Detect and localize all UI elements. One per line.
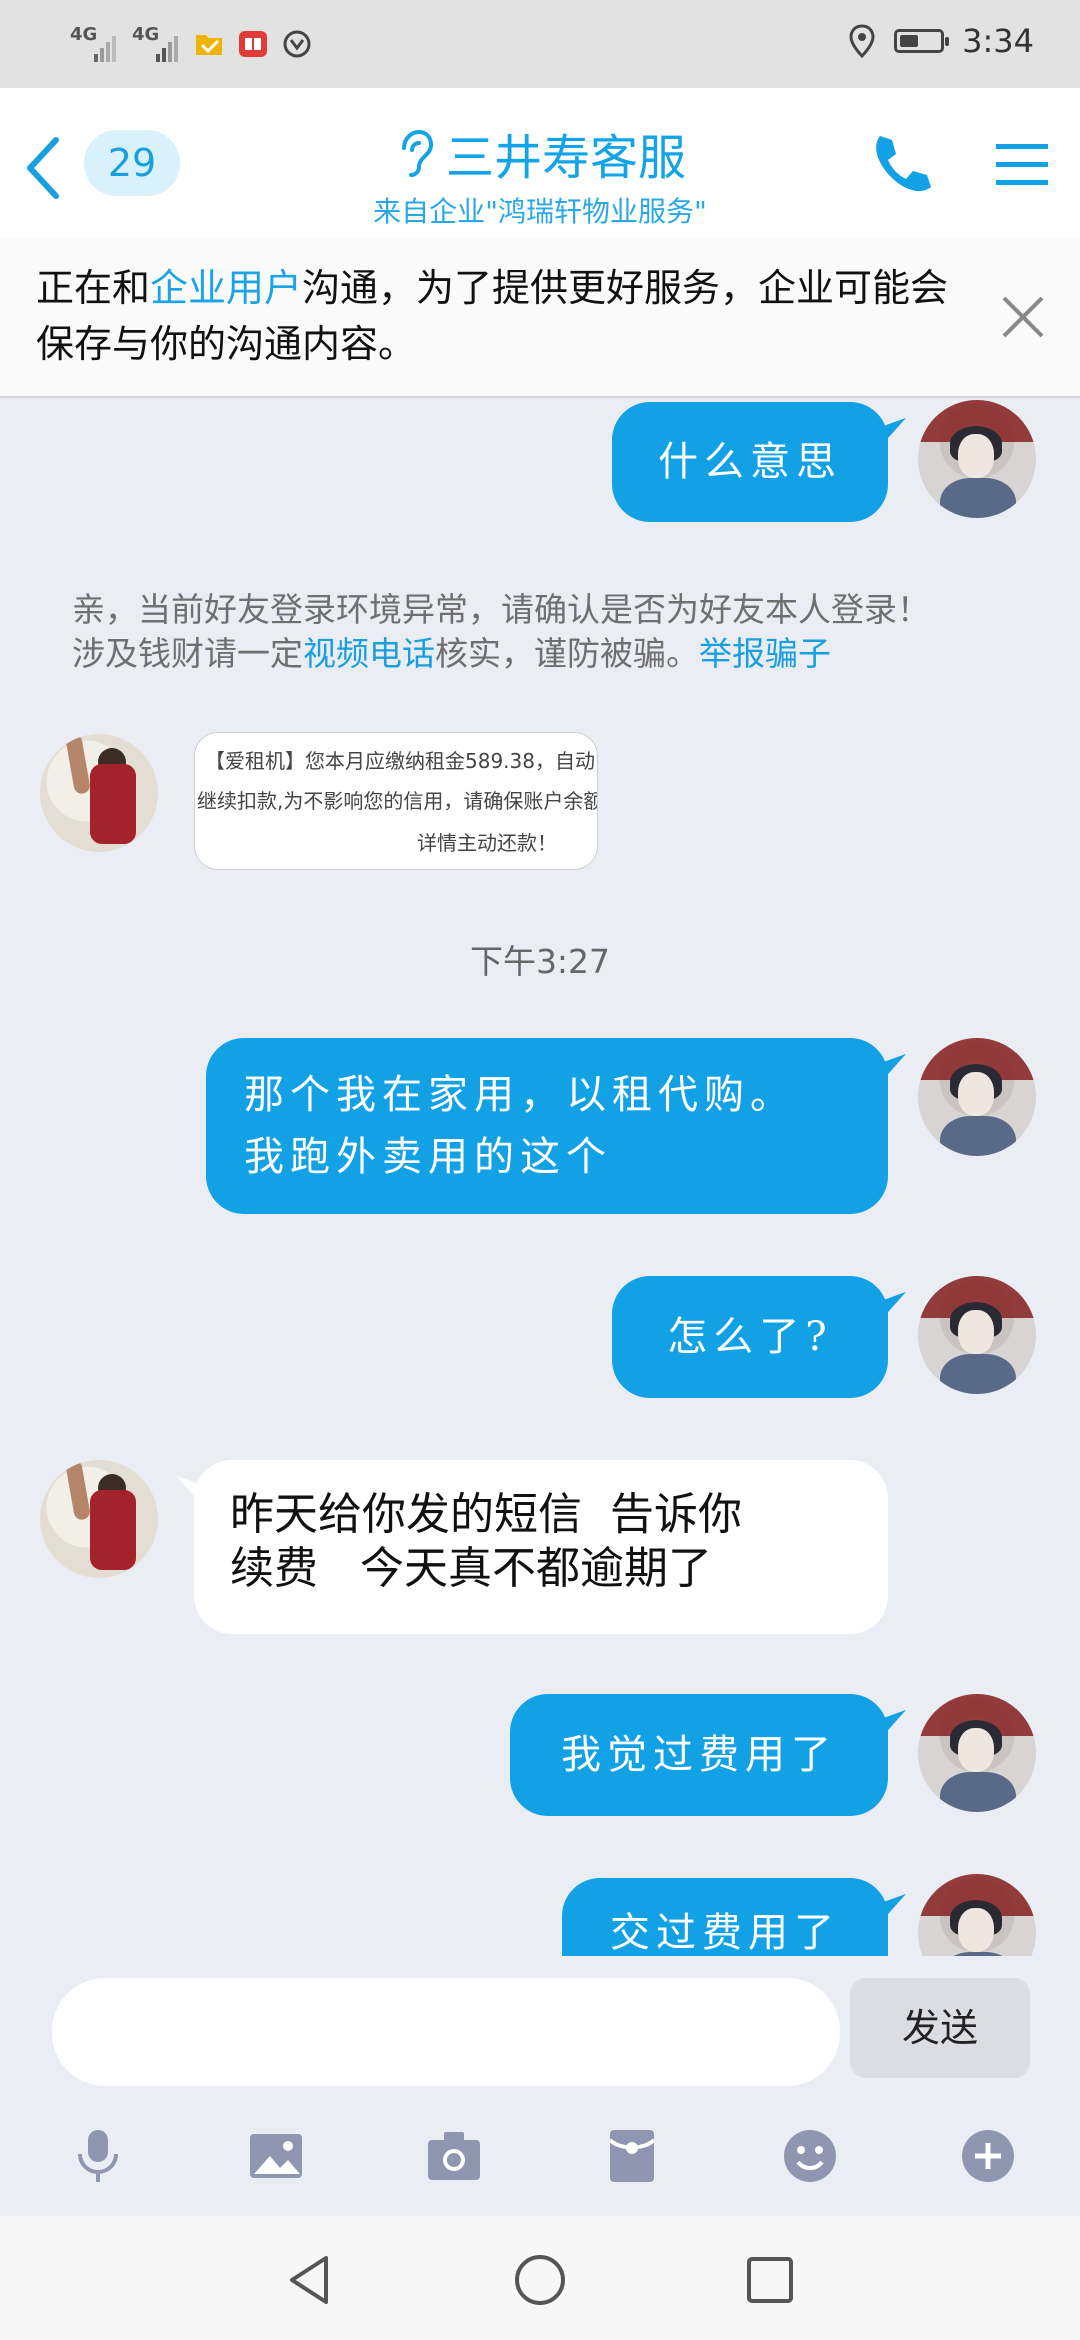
camera-icon[interactable] [424,2126,484,2186]
avatar[interactable] [918,400,1036,518]
red-packet-icon[interactable] [602,2126,662,2186]
message-text: 交过费用了 [610,1910,840,1956]
privacy-notice: 正在和企业用户沟通，为了提供更好服务，企业可能会保存与你的沟通内容。 [0,238,1080,398]
chat-header: 29 三井寿客服 来自企业"鸿瑞轩物业服务" [0,88,1080,238]
nav-recents-icon[interactable] [740,2250,800,2310]
nav-back-icon[interactable] [280,2250,340,2310]
message-bubble-sent[interactable]: 我觉过费用了 [510,1694,888,1816]
avatar[interactable] [40,1460,158,1578]
signal-icon-2: 4G [132,24,180,64]
avatar[interactable] [918,1874,1036,1956]
signal-icon: 4G [70,24,118,64]
close-icon[interactable] [1000,294,1046,340]
clock: 3:34 [962,22,1034,60]
app-notification-icon [283,30,311,58]
avatar[interactable] [918,1038,1036,1156]
message-clip: 交过费用了 [0,1860,1080,1956]
microphone-icon[interactable] [68,2126,128,2186]
status-bar: 4G 4G 3:34 [0,0,1080,88]
plus-icon[interactable] [958,2126,1018,2186]
page-title: 三井寿客服 [445,130,686,186]
avatar[interactable] [40,734,158,852]
message-input[interactable] [52,1978,840,2086]
report-scam-link[interactable]: 举报骗子 [699,634,831,673]
message-bubble-sent[interactable]: 怎么了? [612,1276,888,1398]
notice-part1: 正在和 [36,266,151,310]
folder-notification-icon [196,35,222,55]
image-message[interactable]: 【爱租机】您本月应缴纳租金589.38，自动 继续扣款,为不影响您的信用，请确保… [194,732,598,870]
image-text-line: 继续扣款,为不影响您的信用，请确保账户余额 [197,789,598,813]
book-notification-icon [239,31,267,57]
message-bubble-sent[interactable]: 交过费用了 [562,1878,888,1956]
warning-line2-end: 核实，谨防被骗。 [435,634,699,673]
message-bubble-received[interactable]: 昨天给你发的短信 告诉你 续费 今天真不都逾期了 [194,1460,888,1634]
security-warning: 亲，当前好友登录环境异常，请确认是否为好友本人登录！ 涉及钱财请一定视频电话核实… [72,588,1012,676]
image-icon[interactable] [246,2126,306,2186]
message-text: 什么意思 [658,439,842,485]
message-text: 我觉过费用了 [561,1732,837,1778]
timestamp: 下午3:27 [469,942,611,981]
status-left: 4G 4G [70,24,312,64]
nav-home-icon[interactable] [510,2250,570,2310]
message-text: 续费 今天真不都逾期了 [230,1543,712,1594]
chat-toolbar [0,2096,1080,2216]
system-nav-bar [0,2216,1080,2340]
image-text-line: 【爱租机】您本月应缴纳租金589.38，自动 [205,749,595,773]
status-right: 3:34 [848,22,1034,60]
avatar[interactable] [918,1276,1036,1394]
avatar[interactable] [918,1694,1036,1812]
message-bubble-sent[interactable]: 那个我在家用，以租代购。 我跑外卖用的这个 [206,1038,888,1214]
location-icon [849,24,875,58]
notice-text: 正在和企业用户沟通，为了提供更好服务，企业可能会保存与你的沟通内容。 [36,260,976,372]
image-text-line: 详情主动还款！ [417,831,557,855]
message-text: 那个我在家用，以租代购。 [244,1072,796,1118]
message-text: 我跑外卖用的这个 [244,1134,612,1180]
warning-line1: 亲，当前好友登录环境异常，请确认是否为好友本人登录！ [72,590,930,629]
enterprise-user-link[interactable]: 企业用户 [150,266,302,310]
send-button[interactable]: 发送 [850,1978,1030,2078]
phone-call-icon[interactable] [866,130,934,198]
message-text: 怎么了? [667,1314,833,1360]
emoji-icon[interactable] [780,2126,840,2186]
message-text: 昨天给你发的短信 告诉你 [230,1489,742,1540]
battery-icon [894,29,950,53]
warning-line2: 涉及钱财请一定 [72,634,303,673]
input-bar: 发送 [0,1956,1080,2086]
message-bubble-sent[interactable]: 什么意思 [612,402,888,522]
video-call-link[interactable]: 视频电话 [303,634,435,673]
ear-icon [401,129,433,177]
menu-icon[interactable] [994,140,1050,188]
